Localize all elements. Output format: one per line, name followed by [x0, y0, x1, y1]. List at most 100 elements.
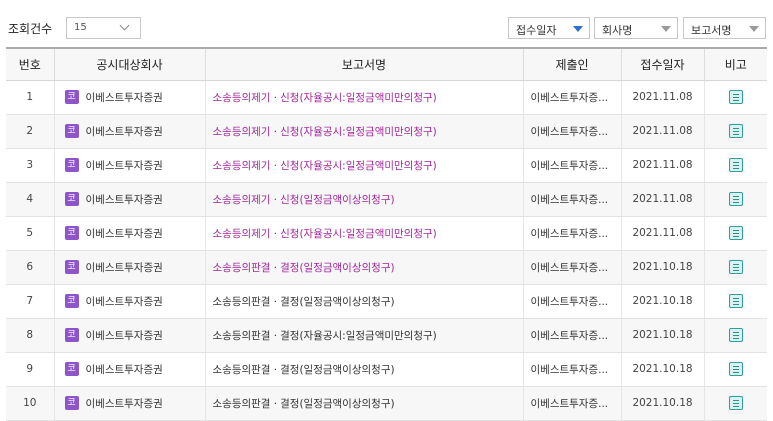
- header-note: 비고: [703, 47, 767, 81]
- report-name-link[interactable]: 소송등의제기ㆍ신청(자율공시:일정금액미만의청구): [204, 114, 523, 149]
- receipt-date: 2021.10.18: [620, 318, 704, 353]
- document-icon[interactable]: [728, 362, 743, 376]
- header-number: 번호: [6, 47, 54, 81]
- table-row: 3 코 이베스트투자증권 소송등의제기ㆍ신청(자율공시:일정금액미만의청구) 이베스트투…: [6, 148, 767, 183]
- report-name-link[interactable]: 소송등의판결ㆍ결정(일정금액이상의청구): [204, 284, 523, 319]
- kosdaq-badge-icon: 코: [64, 124, 79, 138]
- company-cell[interactable]: 코 이베스트투자증권: [53, 182, 205, 217]
- company-cell[interactable]: 코 이베스트투자증권: [53, 386, 205, 421]
- report-name-link[interactable]: 소송등의판결ㆍ결정(자율공시:일정금액미만의청구): [204, 318, 523, 353]
- company-name-link[interactable]: 이베스트투자증권: [86, 228, 163, 240]
- report-name-link[interactable]: 소송등의제기ㆍ신청(자율공시:일정금액미만의청구): [204, 80, 523, 115]
- document-icon[interactable]: [728, 90, 743, 104]
- kosdaq-badge-icon: 코: [64, 362, 79, 376]
- report-name-link[interactable]: 소송등의판결ㆍ결정(일정금액이상의청구): [204, 352, 523, 387]
- sort-by-report-button[interactable]: 보고서명: [683, 17, 766, 39]
- document-icon[interactable]: [728, 192, 743, 206]
- submitter-cell[interactable]: 이베스트투자증...: [522, 80, 621, 115]
- note-cell[interactable]: [703, 114, 767, 149]
- receipt-date: 2021.11.08: [620, 148, 704, 183]
- company-name-link[interactable]: 이베스트투자증권: [86, 194, 163, 206]
- table-row: 6 코 이베스트투자증권 소송등의판결ㆍ결정(일정금액이상의청구) 이베스트투자증...…: [6, 250, 767, 285]
- kosdaq-badge-icon: 코: [64, 90, 79, 104]
- company-cell[interactable]: 코 이베스트투자증권: [53, 284, 205, 319]
- report-name-link[interactable]: 소송등의제기ㆍ신청(자율공시:일정금액미만의청구): [204, 148, 523, 183]
- table-row: 5 코 이베스트투자증권 소송등의제기ㆍ신청(자율공시:일정금액미만의청구) 이베스트투…: [6, 216, 767, 251]
- row-number: 8: [6, 318, 54, 353]
- report-name-link[interactable]: 소송등의판결ㆍ결정(일정금액이상의청구): [204, 386, 523, 421]
- submitter-cell[interactable]: 이베스트투자증...: [522, 148, 621, 183]
- document-icon[interactable]: [728, 260, 743, 274]
- receipt-date: 2021.11.08: [620, 216, 704, 251]
- note-cell[interactable]: [703, 284, 767, 319]
- table-row: 4 코 이베스트투자증권 소송등의제기ㆍ신청(일정금액이상의청구) 이베스트투자증...…: [6, 182, 767, 217]
- row-number: 10: [6, 386, 54, 421]
- note-cell[interactable]: [703, 148, 767, 183]
- note-cell[interactable]: [703, 80, 767, 115]
- sort-by-company-button[interactable]: 회사명: [594, 17, 678, 39]
- submitter-cell[interactable]: 이베스트투자증...: [522, 182, 621, 217]
- row-number: 1: [6, 80, 54, 115]
- page-size-value: 15: [74, 22, 87, 33]
- row-number: 9: [6, 352, 54, 387]
- kosdaq-badge-icon: 코: [64, 396, 79, 410]
- document-icon[interactable]: [728, 124, 743, 138]
- submitter-cell[interactable]: 이베스트투자증...: [522, 318, 621, 353]
- document-icon[interactable]: [728, 158, 743, 172]
- report-name-link[interactable]: 소송등의판결ㆍ결정(일정금액이상의청구): [204, 250, 523, 285]
- submitter-cell[interactable]: 이베스트투자증...: [522, 284, 621, 319]
- row-number: 4: [6, 182, 54, 217]
- receipt-date: 2021.11.08: [620, 114, 704, 149]
- page-size-select[interactable]: 15: [66, 17, 141, 39]
- document-icon[interactable]: [728, 328, 743, 342]
- document-icon[interactable]: [728, 294, 743, 308]
- company-name-link[interactable]: 이베스트투자증권: [86, 262, 163, 274]
- note-cell[interactable]: [703, 352, 767, 387]
- company-cell[interactable]: 코 이베스트투자증권: [53, 148, 205, 183]
- company-cell[interactable]: 코 이베스트투자증권: [53, 80, 205, 115]
- row-number: 6: [6, 250, 54, 285]
- table-header-row: 번호 공시대상회사 보고서명 제출인 접수일자 비고: [6, 47, 767, 81]
- company-cell[interactable]: 코 이베스트투자증권: [53, 318, 205, 353]
- kosdaq-badge-icon: 코: [64, 294, 79, 308]
- company-name-link[interactable]: 이베스트투자증권: [86, 330, 163, 342]
- note-cell[interactable]: [703, 386, 767, 421]
- kosdaq-badge-icon: 코: [64, 328, 79, 342]
- row-number: 5: [6, 216, 54, 251]
- kosdaq-badge-icon: 코: [64, 158, 79, 172]
- document-icon[interactable]: [728, 396, 743, 410]
- table-row: 8 코 이베스트투자증권 소송등의판결ㆍ결정(자율공시:일정금액미만의청구) 이베스트투…: [6, 318, 767, 353]
- company-name-link[interactable]: 이베스트투자증권: [86, 92, 163, 104]
- submitter-cell[interactable]: 이베스트투자증...: [522, 114, 621, 149]
- sort-by-date-button[interactable]: 접수일자: [508, 17, 590, 39]
- receipt-date: 2021.10.18: [620, 386, 704, 421]
- receipt-date: 2021.10.18: [620, 250, 704, 285]
- company-name-link[interactable]: 이베스트투자증권: [86, 296, 163, 308]
- report-name-link[interactable]: 소송등의제기ㆍ신청(자율공시:일정금액미만의청구): [204, 216, 523, 251]
- note-cell[interactable]: [703, 250, 767, 285]
- company-cell[interactable]: 코 이베스트투자증권: [53, 250, 205, 285]
- note-cell[interactable]: [703, 216, 767, 251]
- sort-triangle-icon: [749, 26, 759, 32]
- document-icon[interactable]: [728, 226, 743, 240]
- row-number: 3: [6, 148, 54, 183]
- company-cell[interactable]: 코 이베스트투자증권: [53, 216, 205, 251]
- company-name-link[interactable]: 이베스트투자증권: [86, 364, 163, 376]
- table-row: 1 코 이베스트투자증권 소송등의제기ㆍ신청(자율공시:일정금액미만의청구) 이베스트투…: [6, 80, 767, 115]
- company-name-link[interactable]: 이베스트투자증권: [86, 126, 163, 138]
- submitter-cell[interactable]: 이베스트투자증...: [522, 216, 621, 251]
- company-cell[interactable]: 코 이베스트투자증권: [53, 352, 205, 387]
- company-cell[interactable]: 코 이베스트투자증권: [53, 114, 205, 149]
- submitter-cell[interactable]: 이베스트투자증...: [522, 250, 621, 285]
- table-row: 7 코 이베스트투자증권 소송등의판결ㆍ결정(일정금액이상의청구) 이베스트투자증...…: [6, 284, 767, 319]
- header-submitter: 제출인: [522, 47, 621, 81]
- submitter-cell[interactable]: 이베스트투자증...: [522, 352, 621, 387]
- table-row: 2 코 이베스트투자증권 소송등의제기ㆍ신청(자율공시:일정금액미만의청구) 이베스트투…: [6, 114, 767, 149]
- report-name-link[interactable]: 소송등의제기ㆍ신청(일정금액이상의청구): [204, 182, 523, 217]
- company-name-link[interactable]: 이베스트투자증권: [86, 398, 163, 410]
- receipt-date: 2021.10.18: [620, 352, 704, 387]
- company-name-link[interactable]: 이베스트투자증권: [86, 160, 163, 172]
- note-cell[interactable]: [703, 318, 767, 353]
- submitter-cell[interactable]: 이베스트투자증...: [522, 386, 621, 421]
- note-cell[interactable]: [703, 182, 767, 217]
